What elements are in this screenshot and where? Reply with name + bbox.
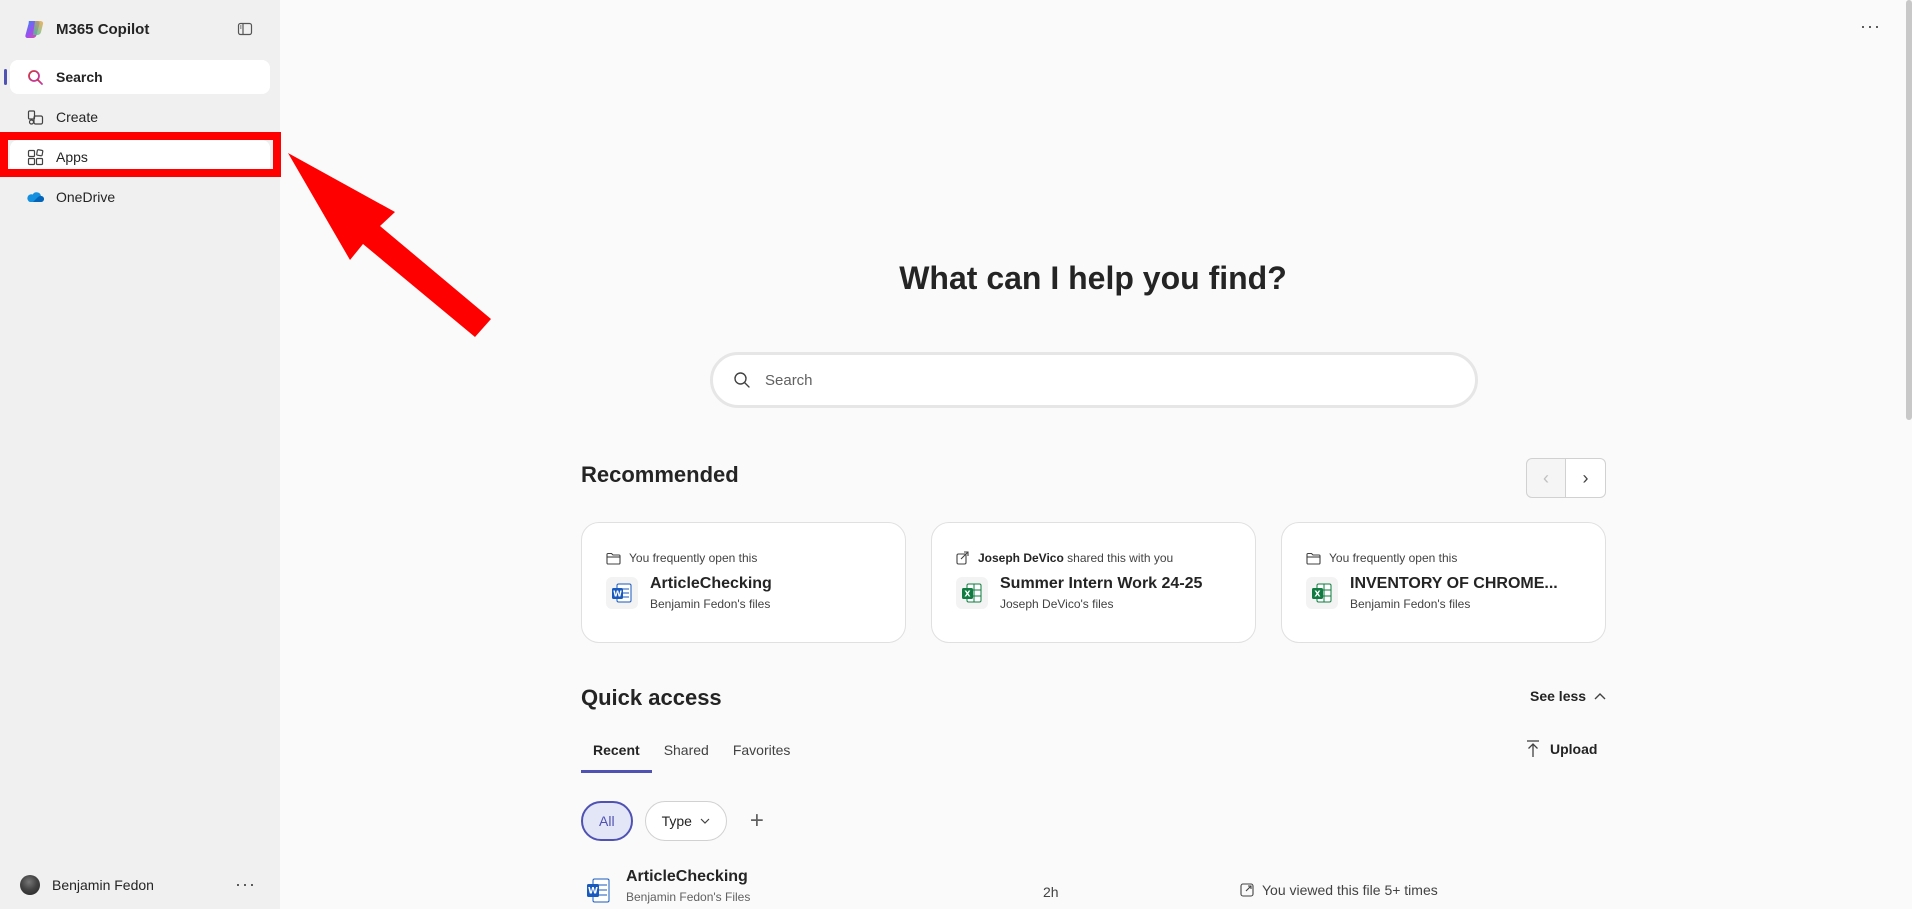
filter-bar: All Type + (581, 801, 775, 841)
add-filter-button[interactable]: + (739, 803, 775, 839)
search-icon (734, 372, 750, 388)
svg-text:X: X (964, 590, 971, 599)
plus-icon: + (749, 807, 764, 834)
sidebar-item-apps[interactable]: Apps (10, 140, 270, 174)
card-file-name: ArticleChecking (650, 575, 772, 592)
recommended-cards: You frequently open this W ArticleChecki… (581, 522, 1606, 643)
onedrive-icon (26, 188, 44, 206)
copilot-logo-icon (25, 21, 44, 38)
avatar (20, 874, 40, 895)
tab-recent[interactable]: Recent (581, 738, 652, 773)
sidebar-nav: Search Create Apps OneDrive (4, 60, 270, 220)
row-time: 2h (1043, 884, 1059, 900)
card-file-owner: Benjamin Fedon's files (650, 597, 771, 611)
row-file-location: Benjamin Fedon's Files (626, 890, 751, 904)
card-file-name: INVENTORY OF CHROME... (1350, 575, 1558, 592)
recommended-title: Recommended (581, 462, 739, 487)
recommended-card[interactable]: Joseph DeVico shared this with you X Sum… (931, 522, 1256, 643)
excel-file-icon: X (1306, 577, 1338, 609)
chevron-left-icon: ‹ (1543, 467, 1549, 488)
quick-access-tabs: Recent Shared Favorites (581, 738, 802, 773)
filter-type-dropdown[interactable]: Type (644, 801, 727, 841)
sidebar-item-onedrive[interactable]: OneDrive (10, 180, 270, 214)
card-file: X Summer Intern Work 24-25 Joseph DeVico… (956, 575, 1231, 611)
more-options-icon[interactable]: ··· (235, 874, 256, 895)
open-external-icon (1240, 883, 1254, 897)
upload-label: Upload (1550, 741, 1598, 757)
recommended-card[interactable]: You frequently open this X INVENTORY OF … (1281, 522, 1606, 643)
chevron-up-icon (1594, 693, 1606, 700)
svg-text:X: X (1314, 590, 1321, 599)
filter-type-label: Type (661, 813, 692, 829)
recommended-pager: ‹ › (1526, 458, 1606, 498)
user-profile[interactable]: Benjamin Fedon ··· (20, 874, 256, 895)
page-heading: What can I help you find? (899, 260, 1287, 296)
folder-icon (606, 552, 621, 565)
sidebar-item-label: Apps (56, 149, 88, 165)
search-icon (26, 68, 44, 86)
scrollbar[interactable] (1906, 0, 1912, 420)
sidebar-item-label: OneDrive (56, 189, 116, 205)
card-file: W ArticleChecking Benjamin Fedon's files (606, 575, 881, 611)
card-reason-text: You frequently open this (629, 551, 758, 565)
word-file-icon: W (587, 878, 610, 903)
sidebar-item-create[interactable]: Create (10, 100, 270, 134)
annotation-arrow-icon (288, 153, 491, 337)
card-reason: You frequently open this (606, 551, 881, 565)
card-reason-text: You frequently open this (1329, 551, 1458, 565)
apps-icon (26, 148, 44, 166)
row-activity-text: You viewed this file 5+ times (1262, 882, 1438, 898)
card-file-owner: Benjamin Fedon's files (1350, 597, 1471, 611)
row-text: ArticleChecking Benjamin Fedon's Files (626, 868, 750, 904)
see-less-label: See less (1530, 688, 1587, 704)
brand: M365 Copilot (24, 18, 149, 40)
tab-shared[interactable]: Shared (652, 738, 721, 773)
filter-all-chip[interactable]: All (581, 801, 633, 841)
share-icon (956, 551, 969, 565)
svg-text:W: W (613, 590, 622, 599)
collapse-sidebar-button[interactable] (234, 18, 256, 40)
card-file-owner: Joseph DeVico's files (1000, 597, 1114, 611)
sidebar: M365 Copilot Search Create Apps OneDrive… (0, 0, 280, 909)
user-name: Benjamin Fedon (52, 876, 154, 893)
card-reason-text: shared this with you (1063, 551, 1174, 565)
recommended-card[interactable]: You frequently open this W ArticleChecki… (581, 522, 906, 643)
page-more-options-icon[interactable]: ··· (1860, 16, 1881, 37)
sidebar-toggle-icon (237, 22, 253, 36)
card-file: X INVENTORY OF CHROME... Benjamin Fedon'… (1306, 575, 1581, 611)
quick-access-title: Quick access (581, 685, 722, 710)
word-file-icon: W (606, 577, 638, 609)
card-file-name: Summer Intern Work 24-25 (1000, 575, 1203, 592)
row-activity: You viewed this file 5+ times (1240, 882, 1438, 898)
search-bar[interactable] (710, 352, 1478, 408)
sidebar-item-label: Search (56, 69, 103, 85)
card-reason: You frequently open this (1306, 551, 1581, 565)
table-row[interactable]: W ArticleChecking Benjamin Fedon's Files… (586, 868, 1606, 909)
search-input[interactable] (765, 371, 1445, 389)
excel-file-icon: X (956, 577, 988, 609)
upload-icon (1527, 740, 1539, 757)
see-less-button[interactable]: See less (1530, 688, 1606, 704)
chevron-right-icon: › (1582, 467, 1589, 488)
app-title: M365 Copilot (56, 20, 150, 38)
next-button[interactable]: › (1566, 458, 1606, 498)
folder-icon (1306, 552, 1321, 565)
create-icon (26, 108, 44, 126)
card-reason: Joseph DeVico shared this with you (956, 551, 1231, 565)
previous-button[interactable]: ‹ (1526, 458, 1566, 498)
sidebar-item-search[interactable]: Search (4, 60, 270, 94)
tab-favorites[interactable]: Favorites (721, 738, 803, 773)
card-actor: Joseph DeVico (978, 551, 1064, 565)
sidebar-item-label: Create (56, 109, 99, 125)
upload-button[interactable]: Upload (1526, 740, 1597, 758)
svg-text:W: W (588, 887, 598, 897)
chevron-down-icon (700, 818, 710, 824)
row-file-name[interactable]: ArticleChecking (626, 868, 750, 886)
